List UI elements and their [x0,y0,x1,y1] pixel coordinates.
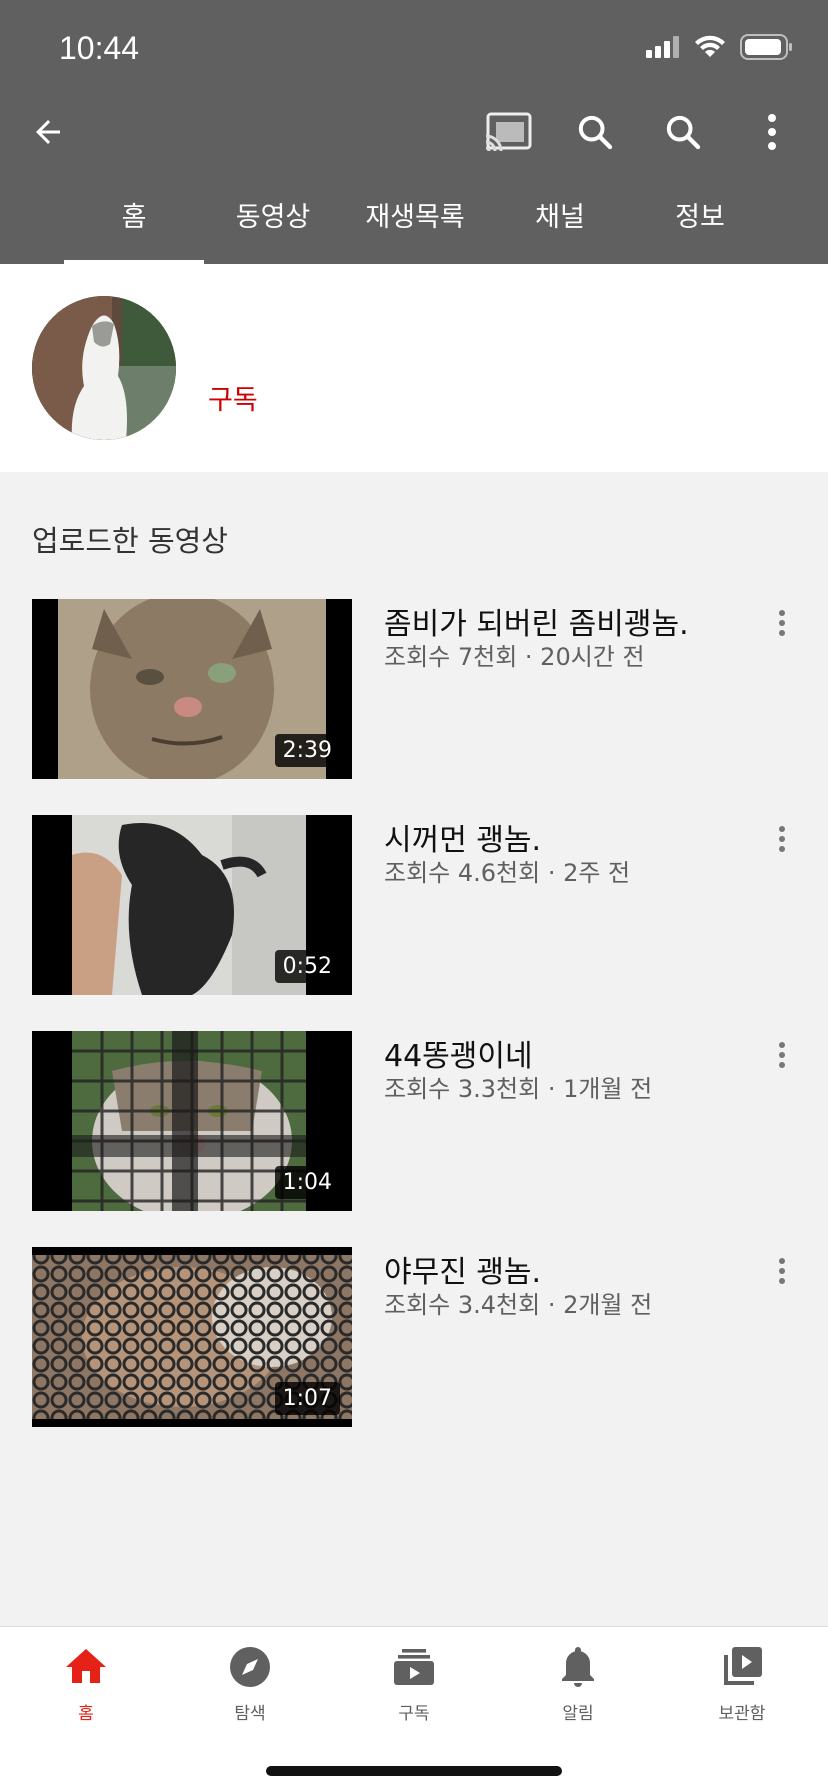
video-duration: 0:52 [274,950,340,983]
status-icons [646,34,794,60]
video-meta: 조회수 4.6천회 · 2주 전 [384,859,631,887]
video-duration: 2:39 [274,734,340,767]
tab-about[interactable]: 정보 [630,190,770,264]
section-title: 업로드한 동영상 [32,524,228,558]
status-time: 10:44 [59,30,140,66]
battery-icon [740,34,792,60]
search-icon [578,115,613,150]
status-bar: 10:44 [0,0,828,96]
tab-playlists[interactable]: 재생목록 [345,190,485,264]
subscribe-button[interactable]: 구독 [208,378,258,417]
wifi-icon [695,35,725,57]
subscriptions-icon [394,1649,434,1685]
video-item[interactable]: 2:39 좀비가 되버린 좀비괭놈. 조회수 7천회 · 20시간 전 [32,599,792,779]
channel-info: 구독 [0,264,828,472]
library-icon [724,1647,762,1685]
toolbar [0,96,828,168]
video-more-button[interactable] [770,819,794,859]
signal-icon [646,36,679,58]
channel-avatar[interactable] [32,296,176,440]
video-thumbnail[interactable]: 2:39 [32,599,352,779]
video-duration: 1:07 [274,1382,340,1415]
arrow-left-icon [36,120,60,144]
more-vert-icon [779,610,785,636]
more-vert-icon [779,1042,785,1068]
nav-label: 구독 [398,1704,430,1724]
more-vert-icon [779,1258,785,1284]
nav-subscriptions[interactable]: 구독 [354,1643,474,1724]
video-thumbnail[interactable]: 0:52 [32,815,352,995]
app-screen: 10:44 홈 동영상 재생목록 채널 정보 구독 업로드한 동영상 2:39 … [0,0,828,1792]
more-vert-icon [768,114,776,150]
channel-header: 10:44 홈 동영상 재생목록 채널 정보 [0,0,828,264]
home-icon [66,1649,106,1683]
cast-button[interactable] [476,100,540,164]
nav-home[interactable]: 홈 [26,1643,146,1724]
tab-videos[interactable]: 동영상 [203,190,343,264]
video-more-button[interactable] [770,1251,794,1291]
nav-explore[interactable]: 탐색 [190,1643,310,1724]
home-indicator[interactable] [266,1766,562,1776]
nav-label: 홈 [78,1704,94,1724]
video-item[interactable]: 1:04 44똥괭이네 조회수 3.3천회 · 1개월 전 [32,1031,792,1211]
video-meta: 조회수 3.3천회 · 1개월 전 [384,1075,653,1103]
video-more-button[interactable] [770,603,794,643]
compass-icon [230,1647,270,1687]
channel-tabs: 홈 동영상 재생목록 채널 정보 [0,190,828,264]
video-meta: 조회수 3.4천회 · 2개월 전 [384,1291,653,1319]
bell-icon [562,1647,594,1687]
video-thumbnail[interactable]: 1:07 [32,1247,352,1427]
video-thumbnail[interactable]: 1:04 [32,1031,352,1211]
search-channel-button[interactable] [651,100,715,164]
search-icon [666,115,701,150]
more-vert-icon [779,826,785,852]
video-item[interactable]: 1:07 야무진 괭놈. 조회수 3.4천회 · 2개월 전 [32,1247,792,1427]
tab-channels[interactable]: 채널 [490,190,630,264]
video-more-button[interactable] [770,1035,794,1075]
nav-label: 탐색 [234,1704,266,1724]
video-meta: 조회수 7천회 · 20시간 전 [384,643,645,671]
back-button[interactable] [16,100,80,164]
nav-notifications[interactable]: 알림 [518,1643,638,1724]
video-duration: 1:04 [274,1166,340,1199]
cast-icon [485,112,532,152]
search-button[interactable] [563,100,627,164]
tab-home[interactable]: 홈 [64,190,204,264]
nav-label: 보관함 [718,1704,766,1724]
more-options-button[interactable] [740,100,804,164]
nav-library[interactable]: 보관함 [682,1643,802,1724]
nav-label: 알림 [562,1704,594,1724]
video-item[interactable]: 0:52 시꺼먼 괭놈. 조회수 4.6천회 · 2주 전 [32,815,792,995]
